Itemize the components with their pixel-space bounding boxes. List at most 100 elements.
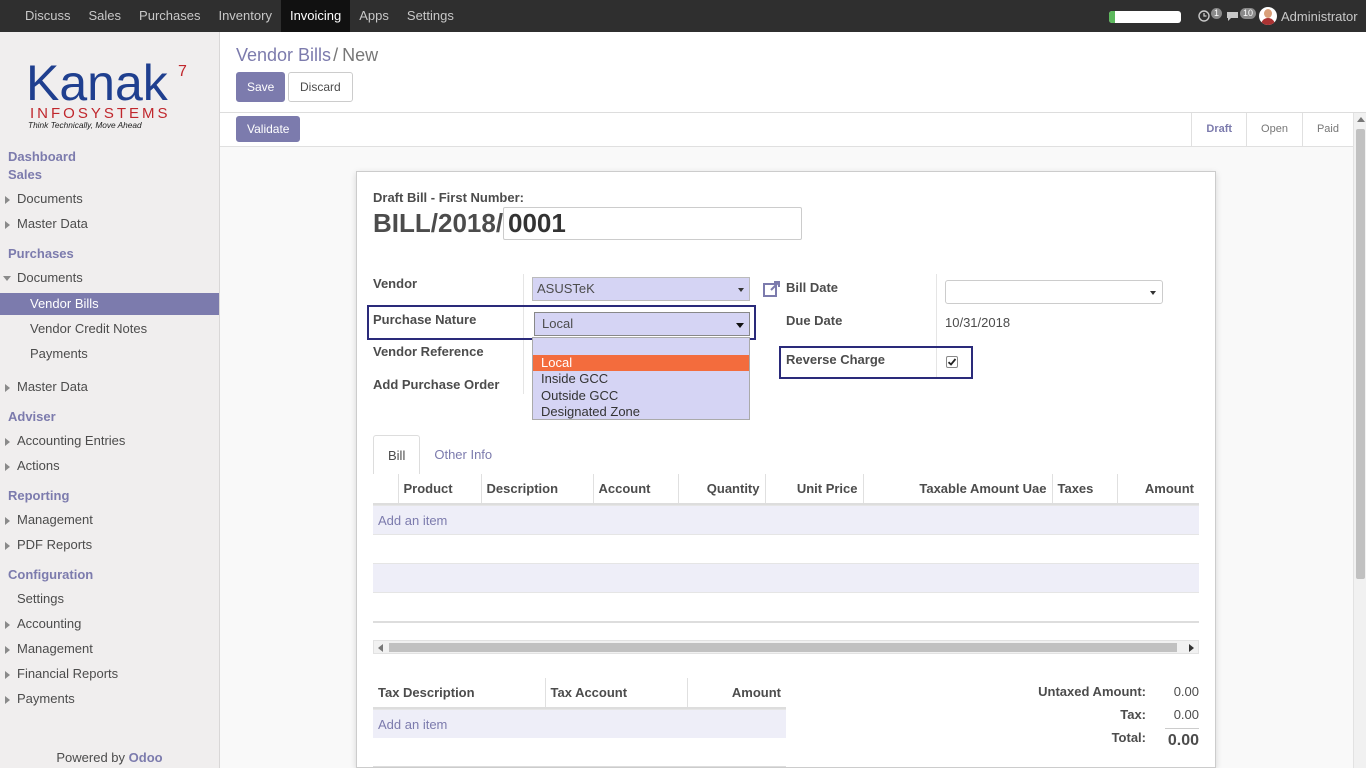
menu-purchases[interactable]: Purchases (130, 0, 209, 32)
bill-number-field[interactable]: 0001 (503, 207, 802, 240)
validate-button[interactable]: Validate (236, 116, 301, 142)
sidebar-item-master-data[interactable]: Master Data (0, 213, 219, 235)
status-open[interactable]: Open (1246, 113, 1302, 146)
sidebar-item-accounting-entries[interactable]: Accounting Entries (0, 430, 219, 452)
status-paid[interactable]: Paid (1301, 113, 1353, 146)
sidebar-item-label: Reporting (8, 488, 70, 503)
status-bar: Draft Open Paid (1191, 113, 1353, 146)
sidebar-section-sales[interactable]: Sales (0, 164, 219, 186)
chat-bubble-icon (1227, 12, 1238, 21)
scroll-up-arrow-icon[interactable] (1357, 117, 1365, 122)
option-outside-gcc[interactable]: Outside GCC (533, 388, 749, 405)
vendor-label: Vendor (373, 276, 418, 291)
column-taxes[interactable]: Taxes (1051, 474, 1117, 505)
option-inside-gcc[interactable]: Inside GCC (533, 371, 749, 388)
bill-date-field[interactable] (945, 280, 1163, 304)
scrollbar-thumb[interactable] (389, 643, 1177, 652)
scroll-right-arrow-icon[interactable] (1189, 644, 1194, 652)
caret-right-icon (5, 221, 10, 229)
sidebar-item-settings[interactable]: Settings (0, 588, 219, 610)
sidebar-item-label: Accounting Entries (17, 433, 126, 448)
empty-row (373, 534, 1199, 563)
column-tax-amount[interactable]: Amount (686, 678, 786, 709)
sidebar-item-label: Vendor Bills (30, 296, 99, 311)
company-logo: Kanak 7 INFOSYSTEMS Think Technically, M… (26, 55, 187, 130)
bill-date-label: Bill Date (786, 280, 839, 295)
sidebar-item-vendor-credit-notes[interactable]: Vendor Credit Notes (0, 318, 219, 340)
sidebar-section-configuration[interactable]: Configuration (0, 564, 219, 586)
form-sheet: Draft Bill - First Number: BILL/2018/ 00… (356, 171, 1216, 768)
menu-discuss[interactable]: Discuss (16, 0, 80, 32)
sidebar-item-master-data[interactable]: Master Data (0, 376, 219, 398)
column-product[interactable]: Product (397, 474, 481, 505)
sidebar-item-vendor-bills[interactable]: Vendor Bills (0, 293, 219, 315)
sidebar-item-pdf-reports[interactable]: PDF Reports (0, 534, 219, 556)
user-menu[interactable]: Administrator (1259, 7, 1358, 25)
caret-right-icon (5, 646, 10, 654)
sidebar-item-financial-reports[interactable]: Financial Reports (0, 663, 219, 685)
sidebar-item-documents[interactable]: Documents (0, 267, 219, 289)
sidebar-item-management[interactable]: Management (0, 638, 219, 660)
vendor-select[interactable]: ASUSTeK (532, 277, 750, 301)
breadcrumb: Vendor Bills / New (236, 45, 378, 66)
column-quantity[interactable]: Quantity (677, 474, 765, 505)
sidebar-item-label: Sales (8, 167, 42, 182)
menu-invoicing[interactable]: Invoicing (280, 0, 351, 32)
sidebar-item-documents[interactable]: Documents (0, 188, 219, 210)
loading-progress-bar (1109, 11, 1181, 23)
sidebar-section-adviser[interactable]: Adviser (0, 406, 219, 428)
due-date-value[interactable]: 10/31/2018 (945, 315, 1010, 330)
column-tax-account[interactable]: Tax Account (544, 678, 687, 709)
control-panel: Vendor Bills / New Save Discard (220, 32, 1366, 113)
column-unit-price[interactable]: Unit Price (764, 474, 863, 505)
sidebar-item-payments[interactable]: Payments (0, 343, 219, 365)
messages-button[interactable]: 10 (1226, 7, 1257, 24)
odoo-link[interactable]: Odoo (129, 750, 163, 765)
scroll-left-arrow-icon[interactable] (378, 644, 383, 652)
caret-right-icon (5, 696, 10, 704)
scrollbar-thumb[interactable] (1356, 129, 1365, 579)
add-tax-item-link[interactable]: Add an item (373, 709, 786, 738)
purchase-nature-highlight (367, 305, 756, 340)
sidebar-section-purchases[interactable]: Purchases (0, 243, 219, 265)
menu-settings[interactable]: Settings (398, 0, 463, 32)
sidebar-item-label: Settings (17, 591, 64, 606)
sidebar-item-label: Accounting (17, 616, 82, 631)
column-tax-description[interactable]: Tax Description (373, 678, 545, 709)
tab-bill[interactable]: Bill (373, 435, 421, 475)
sidebar-item-label: Actions (17, 458, 60, 473)
sidebar-section-reporting[interactable]: Reporting (0, 485, 219, 507)
menu-sales[interactable]: Sales (80, 0, 131, 32)
tab-other-info[interactable]: Other Info (420, 435, 506, 475)
column-taxable-amount[interactable]: Taxable Amount Uae (862, 474, 1052, 505)
sidebar-item-management[interactable]: Management (0, 509, 219, 531)
sidebar-item-accounting[interactable]: Accounting (0, 613, 219, 635)
discard-button[interactable]: Discard (288, 72, 353, 102)
horizontal-scrollbar[interactable] (373, 640, 1199, 654)
add-line-item-link[interactable]: Add an item (373, 505, 1199, 534)
menu-apps[interactable]: Apps (350, 0, 398, 32)
svg-text:Kanak: Kanak (26, 55, 169, 111)
menu-inventory[interactable]: Inventory (209, 0, 280, 32)
tax-table-footer (373, 766, 786, 767)
column-description[interactable]: Description (480, 474, 593, 505)
purchase-nature-dropdown: Local Inside GCC Outside GCC Designated … (532, 337, 750, 420)
caret-right-icon (5, 517, 10, 525)
column-amount[interactable]: Amount (1116, 474, 1199, 505)
table-footer-line (373, 621, 1199, 623)
vertical-scrollbar[interactable] (1353, 113, 1366, 768)
external-link-icon[interactable] (762, 279, 782, 299)
option-empty[interactable] (533, 338, 749, 355)
option-local[interactable]: Local (533, 354, 749, 371)
caret-right-icon (5, 542, 10, 550)
sidebar-item-label: Purchases (8, 246, 74, 261)
breadcrumb-vendor-bills[interactable]: Vendor Bills (236, 45, 331, 65)
sidebar-item-payments[interactable]: Payments (0, 688, 219, 710)
option-designated-zone[interactable]: Designated Zone (533, 404, 749, 421)
due-date-label: Due Date (786, 313, 843, 328)
save-button[interactable]: Save (236, 72, 286, 102)
column-account[interactable]: Account (592, 474, 678, 505)
sidebar-item-actions[interactable]: Actions (0, 455, 219, 477)
activity-button[interactable]: 1 (1198, 7, 1223, 24)
sidebar-item-label: Documents (17, 270, 83, 285)
